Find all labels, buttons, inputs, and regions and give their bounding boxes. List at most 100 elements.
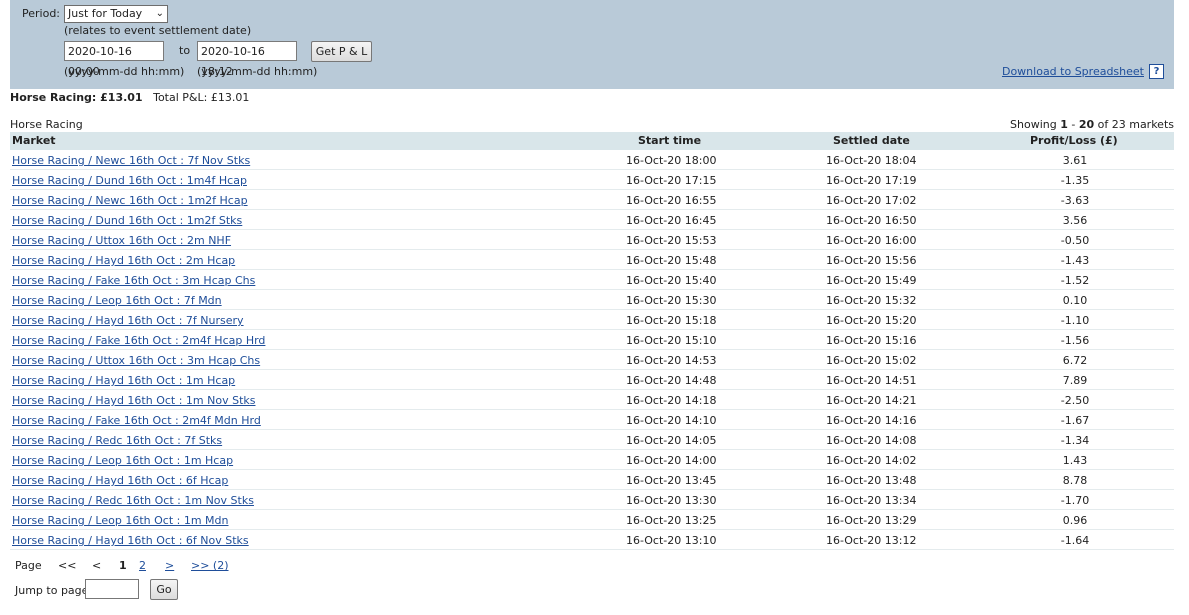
table-row: Horse Racing / Hayd 16th Oct : 6f Nov St… — [10, 530, 1174, 550]
table-row: Horse Racing / Uttox 16th Oct : 2m NHF 16… — [10, 230, 1174, 250]
profit-loss: -2.50 — [1060, 394, 1090, 407]
profit-loss: -1.70 — [1060, 494, 1090, 507]
market-link[interactable]: Horse Racing / Dund 16th Oct : 1m4f Hcap — [12, 174, 247, 187]
start-time: 16-Oct-20 15:18 — [626, 314, 717, 327]
market-link[interactable]: Horse Racing / Leop 16th Oct : 7f Mdn — [12, 294, 222, 307]
market-link[interactable]: Horse Racing / Fake 16th Oct : 2m4f Mdn … — [12, 414, 261, 427]
settled-date: 16-Oct-20 15:16 — [826, 334, 917, 347]
settled-date: 16-Oct-20 14:08 — [826, 434, 917, 447]
overall-total: Total P&L: £13.01 — [153, 91, 250, 104]
start-time: 16-Oct-20 18:00 — [626, 154, 717, 167]
start-time: 16-Oct-20 15:30 — [626, 294, 717, 307]
profit-loss: -1.34 — [1060, 434, 1090, 447]
table-row: Horse Racing / Hayd 16th Oct : 1m Nov St… — [10, 390, 1174, 410]
showing-count: Showing 1 - 20 of 23 markets — [1010, 118, 1174, 131]
market-link[interactable]: Horse Racing / Leop 16th Oct : 1m Hcap — [12, 454, 233, 467]
market-link[interactable]: Horse Racing / Redc 16th Oct : 1m Nov St… — [12, 494, 254, 507]
market-link[interactable]: Horse Racing / Newc 16th Oct : 7f Nov St… — [12, 154, 250, 167]
table-row: Horse Racing / Uttox 16th Oct : 3m Hcap … — [10, 350, 1174, 370]
settled-date: 16-Oct-20 15:49 — [826, 274, 917, 287]
jump-page-input[interactable] — [85, 579, 139, 599]
market-link[interactable]: Horse Racing / Hayd 16th Oct : 6f Nov St… — [12, 534, 249, 547]
table-row: Horse Racing / Dund 16th Oct : 1m2f Stks… — [10, 210, 1174, 230]
table-row: Horse Racing / Redc 16th Oct : 7f Stks 16… — [10, 430, 1174, 450]
profit-loss: -3.63 — [1060, 194, 1090, 207]
to-format-hint: (yyyy-mm-dd hh:mm) — [197, 65, 318, 78]
market-link[interactable]: Horse Racing / Dund 16th Oct : 1m2f Stks — [12, 214, 242, 227]
page-2-link[interactable]: 2 — [139, 559, 146, 572]
profit-loss: 3.56 — [1062, 214, 1088, 227]
settled-date: 16-Oct-20 13:29 — [826, 514, 917, 527]
start-time: 16-Oct-20 14:53 — [626, 354, 717, 367]
go-button[interactable]: Go — [150, 579, 178, 600]
profit-loss: -1.43 — [1060, 254, 1090, 267]
showing-prefix: Showing — [1010, 118, 1061, 131]
start-time: 16-Oct-20 13:30 — [626, 494, 717, 507]
period-select-value: Just for Today — [68, 7, 143, 20]
to-date-input[interactable]: 2020-10-16 18:12 — [197, 41, 297, 78]
profit-loss: -1.52 — [1060, 274, 1090, 287]
market-link[interactable]: Horse Racing / Newc 16th Oct : 1m2f Hcap — [12, 194, 248, 207]
table-row: Horse Racing / Fake 16th Oct : 2m4f Hcap… — [10, 330, 1174, 350]
chevron-down-icon: ⌄ — [155, 8, 164, 19]
section-title: Horse Racing — [10, 118, 83, 131]
help-icon[interactable]: ? — [1149, 64, 1164, 79]
period-note: (relates to event settlement date) — [64, 24, 252, 37]
profit-loss: 8.78 — [1062, 474, 1088, 487]
settled-date: 16-Oct-20 15:56 — [826, 254, 917, 267]
get-pl-button[interactable]: Get P & L — [311, 41, 372, 62]
table-row: Horse Racing / Hayd 16th Oct : 6f Hcap 16… — [10, 470, 1174, 490]
profit-loss: 3.61 — [1062, 154, 1088, 167]
table-row: Horse Racing / Fake 16th Oct : 2m4f Mdn … — [10, 410, 1174, 430]
header-market: Market — [12, 134, 56, 147]
current-page: 1 — [119, 559, 127, 572]
market-link[interactable]: Horse Racing / Fake 16th Oct : 2m4f Hcap… — [12, 334, 265, 347]
start-time: 16-Oct-20 15:48 — [626, 254, 717, 267]
showing-sep: - — [1067, 118, 1079, 131]
market-link[interactable]: Horse Racing / Hayd 16th Oct : 2m Hcap — [12, 254, 235, 267]
table-row: Horse Racing / Hayd 16th Oct : 7f Nurser… — [10, 310, 1174, 330]
settled-date: 16-Oct-20 14:16 — [826, 414, 917, 427]
first-page-link[interactable]: << — [58, 559, 76, 572]
table-header: Market Start time Settled date Profit/Lo… — [10, 132, 1174, 150]
showing-from: 1 — [1060, 118, 1068, 131]
showing-to: 20 — [1078, 118, 1095, 131]
from-format-hint: (yyyy-mm-dd hh:mm) — [64, 65, 185, 78]
start-time: 16-Oct-20 14:48 — [626, 374, 717, 387]
profit-loss: 0.10 — [1062, 294, 1088, 307]
profit-loss: -1.64 — [1060, 534, 1090, 547]
market-link[interactable]: Horse Racing / Redc 16th Oct : 7f Stks — [12, 434, 222, 447]
start-time: 16-Oct-20 13:45 — [626, 474, 717, 487]
market-link[interactable]: Horse Racing / Leop 16th Oct : 1m Mdn — [12, 514, 228, 527]
start-time: 16-Oct-20 14:18 — [626, 394, 717, 407]
next-page-link[interactable]: > — [165, 559, 174, 572]
jump-label: Jump to page — [15, 584, 89, 597]
market-link[interactable]: Horse Racing / Hayd 16th Oct : 7f Nurser… — [12, 314, 244, 327]
start-time: 16-Oct-20 14:00 — [626, 454, 717, 467]
market-link[interactable]: Horse Racing / Uttox 16th Oct : 2m NHF — [12, 234, 231, 247]
settled-date: 16-Oct-20 15:20 — [826, 314, 917, 327]
start-time: 16-Oct-20 15:40 — [626, 274, 717, 287]
profit-loss: 6.72 — [1062, 354, 1088, 367]
settled-date: 16-Oct-20 16:00 — [826, 234, 917, 247]
market-link[interactable]: Horse Racing / Hayd 16th Oct : 1m Hcap — [12, 374, 235, 387]
to-label: to — [179, 44, 191, 57]
filter-panel: Period: Just for Today ⌄ (relates to eve… — [10, 0, 1174, 89]
table-row: Horse Racing / Leop 16th Oct : 7f Mdn 16-… — [10, 290, 1174, 310]
settled-date: 16-Oct-20 13:12 — [826, 534, 917, 547]
settled-date: 16-Oct-20 17:19 — [826, 174, 917, 187]
market-link[interactable]: Horse Racing / Fake 16th Oct : 3m Hcap C… — [12, 274, 255, 287]
last-page-link[interactable]: >> (2) — [191, 559, 229, 572]
start-time: 16-Oct-20 14:10 — [626, 414, 717, 427]
prev-page-link[interactable]: < — [92, 559, 101, 572]
settled-date: 16-Oct-20 15:32 — [826, 294, 917, 307]
period-label: Period: — [22, 7, 61, 20]
from-date-input[interactable]: 2020-10-16 00:00 — [64, 41, 164, 78]
showing-suffix: of 23 markets — [1094, 118, 1174, 131]
period-select[interactable]: Just for Today ⌄ — [64, 5, 168, 23]
market-link[interactable]: Horse Racing / Hayd 16th Oct : 1m Nov St… — [12, 394, 256, 407]
market-link[interactable]: Horse Racing / Hayd 16th Oct : 6f Hcap — [12, 474, 228, 487]
market-link[interactable]: Horse Racing / Uttox 16th Oct : 3m Hcap … — [12, 354, 260, 367]
download-spreadsheet-link[interactable]: Download to Spreadsheet — [1002, 65, 1144, 78]
table-row: Horse Racing / Redc 16th Oct : 1m Nov St… — [10, 490, 1174, 510]
